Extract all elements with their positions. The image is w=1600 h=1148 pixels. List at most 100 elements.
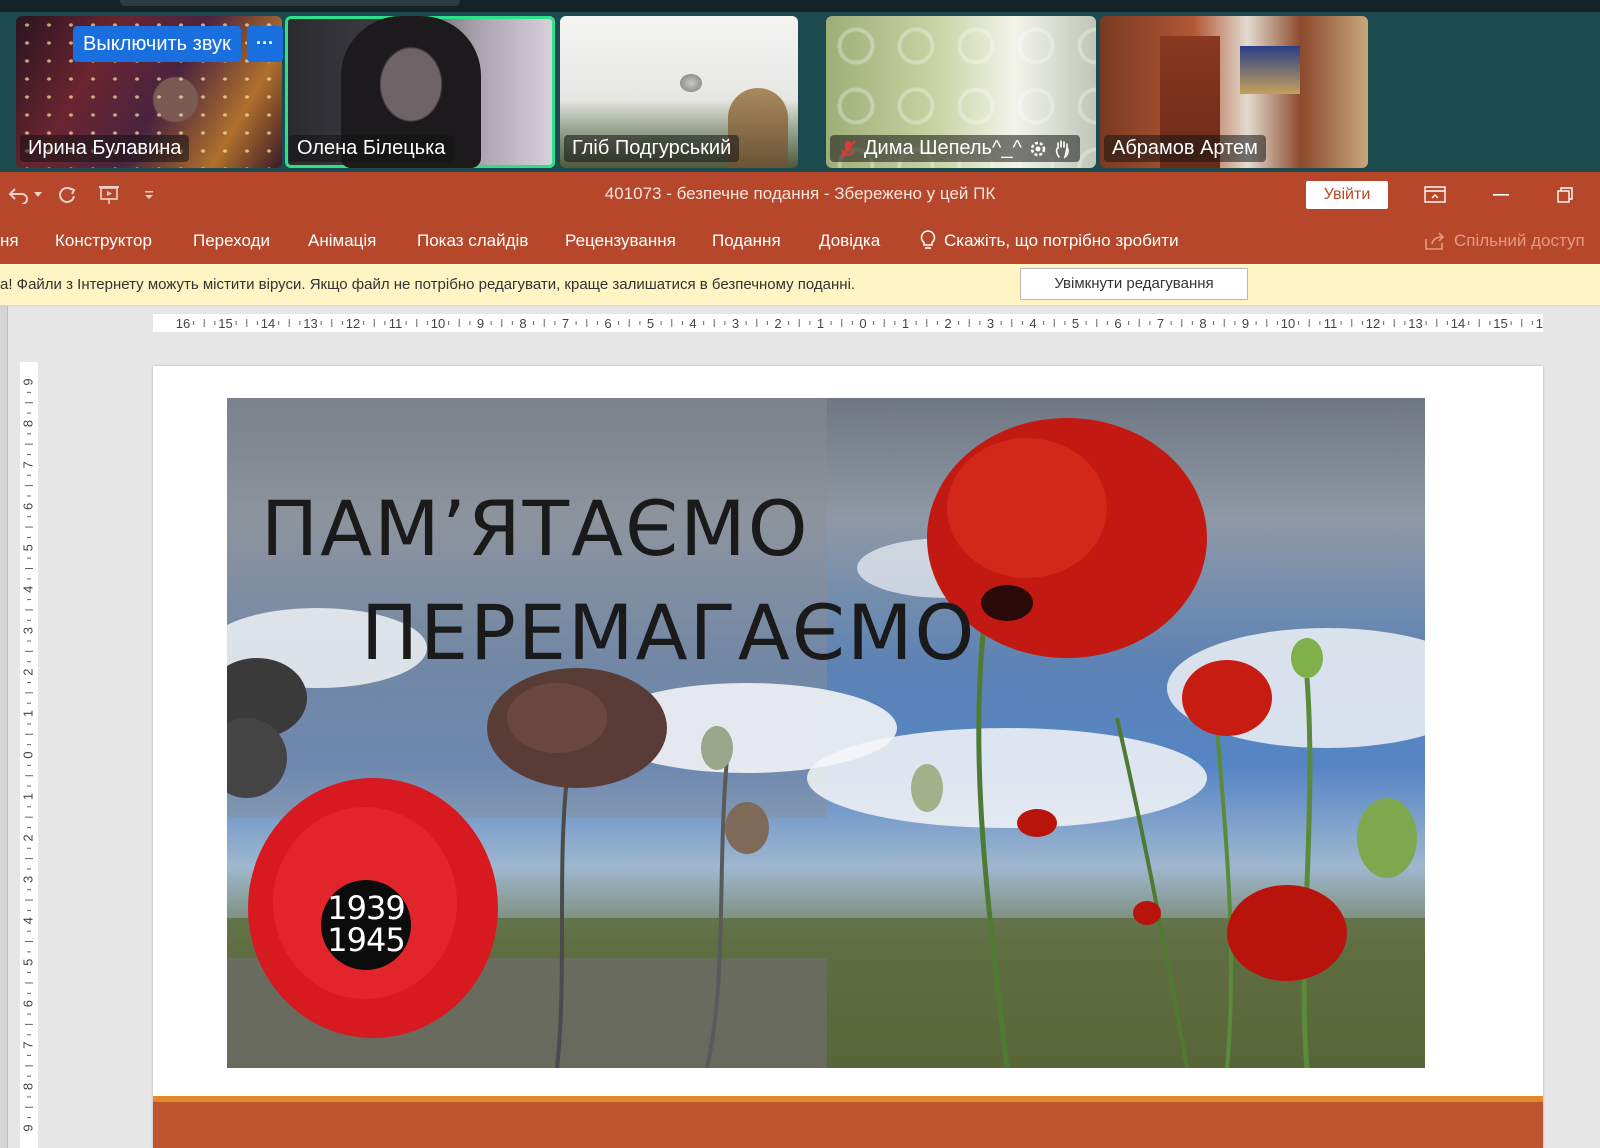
ruler-tick-label: 8 — [1199, 316, 1206, 331]
participant-name-label: Ирина Булавина — [28, 137, 182, 159]
ruler-tick-label: 7 — [20, 1041, 35, 1048]
ruler-tick-label: 7 — [20, 461, 35, 468]
call-top-pill — [120, 0, 460, 6]
ruler-tick-label: 2 — [20, 668, 35, 675]
ruler-tick-label: 5 — [20, 959, 35, 966]
ruler-tick-label: 10 — [431, 316, 445, 331]
participant-name-label: Гліб Подгурський — [572, 137, 732, 159]
ruler-tick-label: 2 — [20, 834, 35, 841]
ruler-tick-label: 13 — [1408, 316, 1422, 331]
ruler-tick-label: 1 — [20, 710, 35, 717]
ruler-tick-label: 14 — [1451, 316, 1465, 331]
ruler-tick-label: 13 — [303, 316, 317, 331]
ruler-tick-label: 7 — [562, 316, 569, 331]
ruler-tick-label: 6 — [20, 503, 35, 510]
ruler-tick-label: 1 — [902, 316, 909, 331]
vertical-ruler: 9 8 7 6 5 4 3 2 1 0 1 2 3 4 5 6 7 8 9 — [20, 362, 38, 1148]
ruler-tick-label: 5 — [647, 316, 654, 331]
share-icon — [1425, 232, 1445, 250]
enable-editing-button[interactable]: Увімкнути редагування — [1020, 268, 1248, 300]
tab-slide-show[interactable]: Показ слайдів — [417, 231, 528, 251]
slide-heading-line-2: ПЕРЕМАГАЄМО — [361, 588, 977, 677]
ruler-tick-label: 16 — [176, 316, 190, 331]
slide-heading-line-1: ПАМ’ЯТАЄМО — [261, 484, 810, 573]
participant-name-label: Дима Шепель^_^ — [864, 137, 1022, 159]
participant-name: Дима Шепель^_^ — [830, 135, 1080, 162]
video-call-strip: Ирина Булавина Выключить звук ··· Олена … — [0, 0, 1600, 172]
ruler-tick-label: 3 — [732, 316, 739, 331]
ruler-tick-label: 12 — [1366, 316, 1380, 331]
ruler-tick-label: 6 — [20, 1000, 35, 1007]
ruler-tick-label: 10 — [1281, 316, 1295, 331]
tell-me-search[interactable]: Скажіть, що потрібно зробити — [920, 230, 1179, 252]
ruler-tick-label: 16 — [1536, 316, 1543, 331]
ruler-tick-label: 6 — [604, 316, 611, 331]
participant-tile-4[interactable]: Дима Шепель^_^ — [826, 16, 1096, 168]
ruler-tick-label: 5 — [20, 544, 35, 551]
ruler-tick-label: 9 — [1242, 316, 1249, 331]
ruler-tick-label: 1 — [817, 316, 824, 331]
ruler-tick-label: 9 — [477, 316, 484, 331]
tab-transitions[interactable]: Переходи — [193, 231, 270, 251]
protected-view-message: а! Файли з Інтернету можуть містити віру… — [0, 276, 856, 293]
ruler-tick-label: 14 — [261, 316, 275, 331]
year-badge: 1939 1945 — [321, 880, 411, 970]
slide-editor-workspace: 16 15 14 13 12 11 10 9 8 7 6 5 4 3 2 1 0 1 2 3 4 5 6 7 8 9 10 11 12 1… — [0, 306, 1600, 1148]
participant-tile-3[interactable]: Гліб Подгурський — [560, 16, 798, 168]
ruler-tick-label: 3 — [987, 316, 994, 331]
slide-footer-band — [153, 1102, 1543, 1148]
ruler-tick-label: 11 — [1324, 316, 1338, 331]
tab-review[interactable]: Рецензування — [565, 231, 676, 251]
tab-design[interactable]: Конструктор — [55, 231, 152, 251]
ruler-tick-label: 9 — [20, 1124, 35, 1131]
tab-slideshow-partial[interactable]: ня — [0, 231, 19, 251]
ruler-tick-label: 15 — [218, 316, 232, 331]
ruler-tick-label: 4 — [20, 917, 35, 924]
participant-name: Олена Білецька — [289, 135, 454, 162]
participant-tile-2-active-speaker[interactable]: Олена Білецька — [285, 16, 555, 168]
ruler-tick-label: 2 — [944, 316, 951, 331]
sign-in-button[interactable]: Увійти — [1306, 181, 1388, 209]
participant-name-label: Олена Білецька — [297, 137, 446, 159]
ruler-tick-label: 7 — [1157, 316, 1164, 331]
ruler-tick-label: 11 — [389, 316, 403, 331]
mute-audio-button[interactable]: Выключить звук — [73, 26, 241, 62]
gear-icon — [1030, 141, 1046, 156]
video-feed — [680, 74, 702, 92]
powerpoint-title-bar: 401073 - безпечне подання - Збережено у … — [0, 172, 1600, 218]
participant-name: Гліб Подгурський — [564, 135, 740, 162]
call-top-bar — [0, 0, 1600, 12]
video-feed-poster — [1240, 46, 1300, 94]
ruler-tick-label: 4 — [20, 586, 35, 593]
share-button[interactable]: Спільний доступ — [1424, 231, 1585, 251]
hand-icon — [1055, 139, 1069, 159]
tab-help[interactable]: Довідка — [819, 231, 880, 251]
ruler-tick-label: 4 — [1029, 316, 1036, 331]
lightbulb-icon — [920, 230, 936, 249]
ruler-tick-label: 15 — [1493, 316, 1507, 331]
mic-muted-icon — [840, 139, 856, 158]
participant-name: Ирина Булавина — [20, 135, 190, 162]
tab-animations[interactable]: Анімація — [308, 231, 376, 251]
more-options-button[interactable]: ··· — [247, 26, 283, 62]
ruler-tick-label: 4 — [689, 316, 696, 331]
tell-me-placeholder: Скажіть, що потрібно зробити — [944, 231, 1179, 250]
ribbon-tabs: ня Конструктор Переходи Анімація Показ с… — [0, 218, 1600, 264]
ribbon-display-icon[interactable] — [1422, 182, 1448, 208]
restore-icon[interactable] — [1552, 182, 1578, 208]
thumbnail-pane-edge[interactable] — [0, 306, 8, 1148]
ruler-tick-label: 9 — [20, 378, 35, 385]
participant-name: Абрамов Артем — [1104, 135, 1266, 162]
minimize-icon[interactable] — [1488, 182, 1514, 208]
participant-tile-5[interactable]: Абрамов Артем — [1100, 16, 1368, 168]
slide-picture-poppies[interactable]: ПАМ’ЯТАЄМО ПЕРЕМАГАЄМО 1939 1945 — [227, 398, 1425, 1068]
year-end: 1945 — [327, 921, 405, 959]
ruler-tick-label: 1 — [20, 793, 35, 800]
ruler-tick-label: 8 — [519, 316, 526, 331]
protected-view-bar: а! Файли з Інтернету можуть містити віру… — [0, 264, 1600, 306]
ruler-tick-label: 3 — [20, 627, 35, 634]
ruler-tick-label: 2 — [774, 316, 781, 331]
horizontal-ruler: 16 15 14 13 12 11 10 9 8 7 6 5 4 3 2 1 0 1 2 3 4 5 6 7 8 9 10 11 12 1… — [153, 314, 1543, 332]
slide-canvas[interactable]: ПАМ’ЯТАЄМО ПЕРЕМАГАЄМО 1939 1945 — [153, 366, 1543, 1148]
tab-view[interactable]: Подання — [712, 231, 781, 251]
